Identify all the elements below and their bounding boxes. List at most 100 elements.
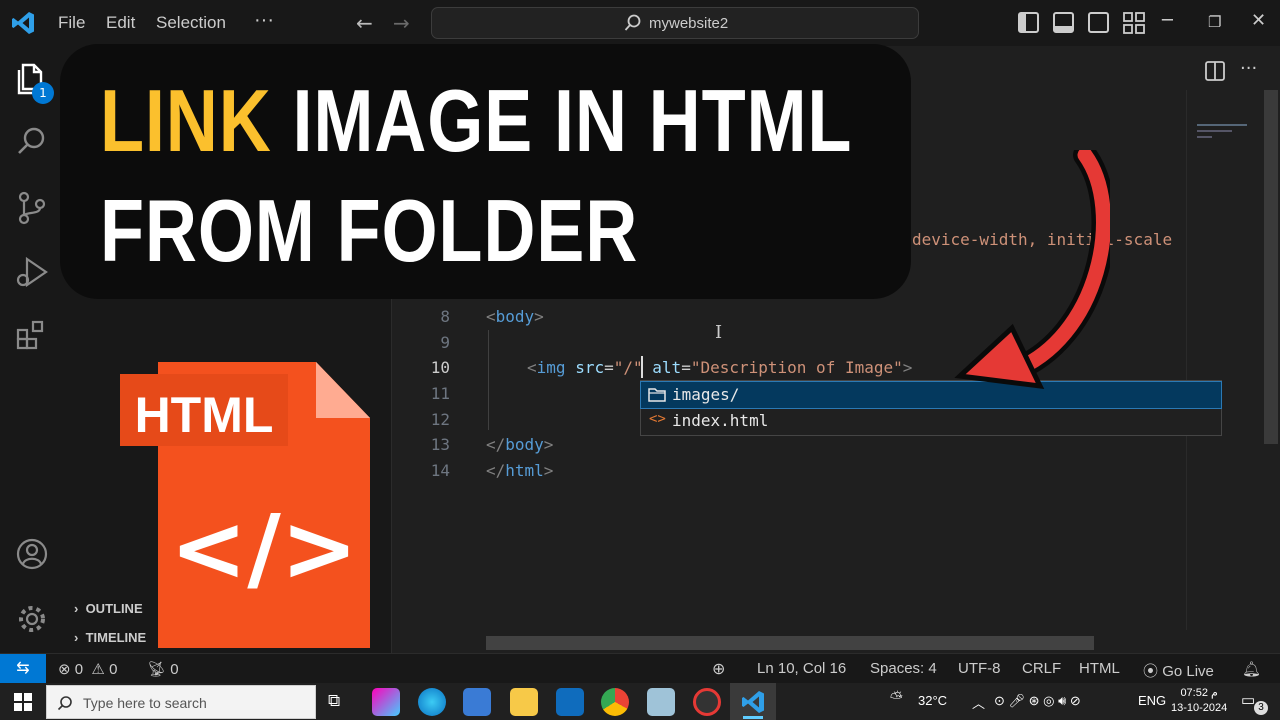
minimap-line: [1197, 124, 1247, 126]
code-line-body-open: <body>: [486, 307, 544, 326]
windows-start-icon[interactable]: [14, 693, 32, 711]
notifications-bell-icon[interactable]: 🔔︎: [1242, 660, 1261, 678]
suggestion-label: images/: [672, 385, 740, 404]
line-number: 12: [430, 410, 450, 429]
notification-count: 3: [1254, 701, 1268, 715]
go-live-label: Go Live: [1162, 663, 1214, 680]
attr-name: src: [575, 358, 605, 377]
end-of-line[interactable]: CRLF: [1022, 660, 1061, 677]
html-file-illustration: HTML </>: [120, 362, 370, 648]
command-center[interactable]: mywebsite2: [431, 7, 919, 39]
suggestion-item-images[interactable]: images/: [640, 381, 1222, 409]
taskbar-search-input[interactable]: Type here to search: [46, 685, 316, 719]
minimap-line: [1197, 136, 1212, 138]
error-icon: ⊗: [58, 661, 71, 678]
forward-arrow-icon[interactable]: →: [393, 11, 410, 35]
active-indicator: [743, 716, 763, 719]
indent-guide: [488, 330, 489, 430]
title-bar: File Edit Selection ··· ← → mywebsite2 ─…: [0, 0, 1280, 46]
suggestion-item-index[interactable]: <> index.html: [641, 408, 1221, 434]
search-icon: [57, 696, 72, 711]
store-app-icon[interactable]: [463, 688, 491, 716]
close-icon[interactable]: ✕: [1251, 10, 1266, 31]
banner-highlight-word: LINK: [100, 71, 272, 170]
suggestion-label: index.html: [672, 411, 769, 430]
split-editor-icon[interactable]: [1205, 61, 1225, 81]
problems-indicator[interactable]: ⊗ 0 ⚠ 0: [58, 660, 117, 678]
input-language[interactable]: ENG: [1138, 693, 1166, 708]
toggle-secondary-sidebar-icon[interactable]: [1088, 12, 1109, 33]
search-placeholder: Type here to search: [83, 695, 207, 711]
vscode-taskbar-item[interactable]: [730, 683, 776, 720]
settings-gear-icon[interactable]: [14, 601, 50, 637]
horizontal-scrollbar[interactable]: [486, 636, 1094, 650]
line-number-active: 10: [430, 358, 450, 377]
go-live-button[interactable]: ⦿ Go Live: [1143, 660, 1214, 681]
banner-title-line2: FROM FOLDER: [100, 181, 639, 280]
show-hidden-icons[interactable]: ︿: [972, 693, 985, 712]
cursor-position[interactable]: Ln 10, Col 16: [757, 660, 846, 677]
indentation[interactable]: Spaces: 4: [870, 660, 937, 677]
run-debug-icon[interactable]: [14, 254, 50, 290]
toggle-panel-icon[interactable]: [1053, 12, 1074, 33]
minimap[interactable]: [1186, 90, 1264, 630]
file-code-symbol: </>: [170, 495, 358, 602]
weather-temp[interactable]: 32°C: [918, 693, 947, 708]
line-number: 13: [430, 435, 450, 454]
encoding[interactable]: UTF-8: [958, 660, 1001, 677]
recorder-app-icon[interactable]: [693, 688, 721, 716]
tray-icons[interactable]: ⊙ 🎤︎ ⊛ ◎ 🔊︎ ⊘: [994, 693, 1081, 709]
vscode-logo-icon[interactable]: [10, 10, 36, 36]
menu-edit[interactable]: Edit: [106, 13, 135, 33]
clock-date: 13-10-2024: [1171, 702, 1228, 714]
restore-icon[interactable]: ❐: [1208, 13, 1221, 31]
code-line-body-close: </body>: [486, 435, 554, 454]
edge-app-icon[interactable]: [418, 688, 446, 716]
search-icon[interactable]: [14, 124, 50, 160]
menu-more[interactable]: ···: [254, 9, 274, 32]
system-clock[interactable]: 07:52 م 13-10-2024: [1171, 686, 1227, 716]
more-actions-icon[interactable]: ···: [1240, 58, 1257, 79]
vscode-app-icon: [742, 691, 764, 713]
suggestion-widget[interactable]: images/ <> index.html: [640, 380, 1222, 436]
vertical-scrollbar[interactable]: [1264, 90, 1278, 444]
banner-title-line1: LINK IMAGE IN HTML: [100, 70, 852, 172]
outlook-app-icon[interactable]: [556, 688, 584, 716]
radio-tower-icon: ⦿: [1143, 663, 1159, 680]
clock-time: 07:52 م: [1180, 687, 1218, 699]
toggle-primary-sidebar-icon[interactable]: [1018, 12, 1039, 33]
status-bar: ⇆ ⊗ 0 ⚠ 0 📡︎ 0 ⊕ Ln 10, Col 16 Spaces: 4…: [0, 653, 1280, 684]
minimize-icon[interactable]: ─: [1162, 10, 1173, 31]
back-arrow-icon[interactable]: ←: [356, 11, 373, 35]
zoom-icon[interactable]: ⊕: [712, 659, 725, 679]
line-number: 9: [440, 333, 450, 352]
code-line-html-close: </html>: [486, 461, 554, 480]
attr-value: "/": [613, 358, 643, 377]
banner-title-rest: IMAGE IN HTML: [271, 71, 853, 170]
menu-selection[interactable]: Selection: [156, 13, 226, 33]
text-cursor: [641, 356, 643, 378]
notepad-app-icon[interactable]: [647, 688, 675, 716]
menu-file[interactable]: File: [58, 13, 85, 33]
customize-layout-icon[interactable]: [1123, 12, 1145, 34]
extensions-icon[interactable]: [14, 318, 50, 354]
line-number: 14: [430, 461, 450, 480]
warning-count: 0: [109, 661, 118, 678]
weather-icon[interactable]: ⛅︎: [890, 690, 903, 708]
language-mode[interactable]: HTML: [1079, 660, 1120, 677]
copilot-app-icon[interactable]: [372, 688, 400, 716]
chrome-app-icon[interactable]: [601, 688, 629, 716]
file-explorer-app-icon[interactable]: [510, 688, 538, 716]
file-label: HTML: [135, 387, 274, 443]
source-control-icon[interactable]: [14, 190, 50, 226]
remote-indicator[interactable]: ⇆: [0, 654, 46, 684]
account-icon[interactable]: [14, 536, 50, 572]
attr-name: alt: [652, 358, 682, 377]
red-arrow-icon: [954, 150, 1110, 390]
task-view-icon[interactable]: ⧉: [328, 691, 340, 711]
ports-indicator[interactable]: 📡︎ 0: [147, 660, 179, 678]
line-number: 11: [430, 384, 450, 403]
tag-name: html: [505, 461, 544, 480]
code-line-img: <img src="/" alt="Description of Image">: [527, 358, 913, 377]
tag-name: img: [536, 358, 566, 377]
